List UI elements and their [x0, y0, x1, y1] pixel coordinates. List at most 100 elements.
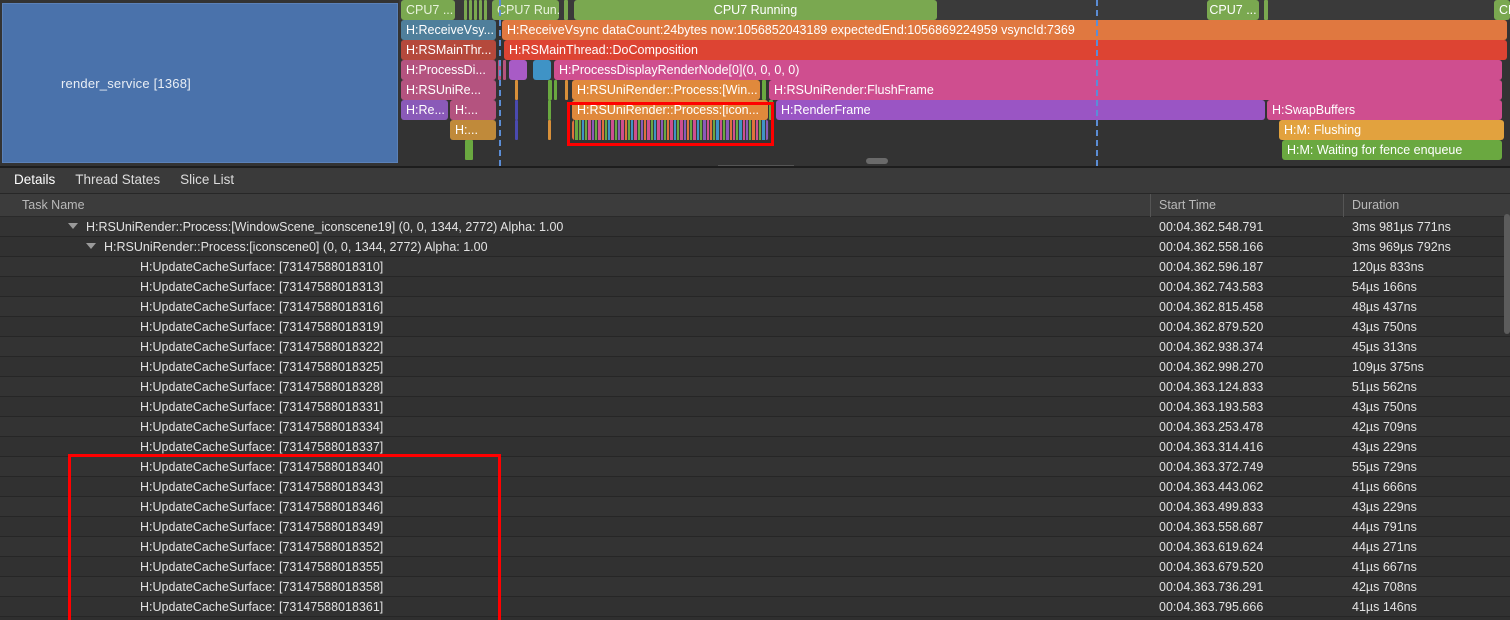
update-cache-surface-slice[interactable] [703, 120, 706, 140]
update-cache-surface-slice[interactable] [722, 120, 726, 140]
update-cache-surface-slice[interactable] [660, 120, 663, 140]
cpu-track[interactable]: CPU7 ... CPU7 Run... CPU7 Running CPU7 ... C… [399, 0, 1510, 20]
timeline-slice[interactable]: H:RSUniRender::Process:[Win... [572, 80, 760, 100]
timeline-slice[interactable]: H:RSMainThr... [401, 40, 496, 60]
update-cache-surface-slice[interactable] [581, 120, 585, 140]
details-table-body[interactable]: H:RSUniRender::Process:[WindowScene_icon… [0, 217, 1510, 617]
update-cache-surface-slice[interactable] [601, 120, 604, 140]
timeline-slice-tick[interactable] [479, 0, 482, 20]
table-row[interactable]: H:UpdateCacheSurface: [73147588018310] 00… [0, 257, 1510, 277]
update-cache-surface-slice[interactable] [617, 120, 621, 140]
update-cache-surface-slice[interactable] [745, 120, 749, 140]
details-vertical-scrollbar[interactable] [1504, 214, 1510, 334]
update-cache-surface-slice[interactable] [624, 120, 627, 140]
timeline-slice-tick[interactable] [533, 60, 551, 80]
update-cache-surface-slice[interactable] [739, 120, 742, 140]
process-display-track[interactable]: H:ProcessDi... H:ProcessDisplayRenderNode… [399, 60, 1510, 80]
update-cache-surface-slice[interactable] [591, 120, 594, 140]
rsunirender-process-window-track[interactable]: H:RSUniRe... H:RSUniRender::Process:[Win.… [399, 80, 1510, 100]
timeline-slice-tick[interactable] [484, 0, 487, 20]
update-cache-surface-slice[interactable] [657, 120, 660, 140]
timeline-horizontal-scrollbar[interactable] [866, 158, 888, 164]
table-row[interactable]: H:UpdateCacheSurface: [73147588018337] 00… [0, 437, 1510, 457]
timeline-slice-tick[interactable] [548, 80, 552, 100]
timeline-slice[interactable]: H:RSUniRender::Process:[icon... [572, 100, 768, 120]
timeline-slice-tick[interactable] [554, 80, 557, 100]
timeline-slice[interactable]: H:ReceiveVsync dataCount:24bytes now:105… [502, 20, 1507, 40]
update-cache-surface-slice[interactable] [759, 120, 762, 140]
timeline-slice-tick[interactable] [515, 100, 518, 120]
table-row[interactable]: H:UpdateCacheSurface: [73147588018346] 00… [0, 497, 1510, 517]
update-cache-surface-slice[interactable] [742, 120, 745, 140]
update-cache-surface-slice[interactable] [762, 120, 765, 140]
timeline-slice[interactable]: H:RSUniRender:FlushFrame [769, 80, 1502, 100]
tab-thread-states[interactable]: Thread States [73, 168, 162, 194]
update-cache-surface-slice[interactable] [627, 120, 631, 140]
timeline-slice-tick[interactable] [548, 120, 551, 140]
tab-details[interactable]: Details [12, 168, 58, 197]
timeline-slice-tick[interactable] [474, 0, 477, 20]
table-row[interactable]: H:UpdateCacheSurface: [73147588018358] 00… [0, 577, 1510, 597]
timeline-slice-tick[interactable] [465, 140, 473, 160]
table-row[interactable]: H:UpdateCacheSurface: [73147588018322] 00… [0, 337, 1510, 357]
update-cache-surface-slice[interactable] [614, 120, 617, 140]
timeline-slice-tick[interactable] [509, 60, 527, 80]
timeline-slice[interactable]: H:... [450, 100, 496, 120]
update-cache-surface-slice[interactable] [637, 120, 640, 140]
timeline-slice[interactable]: H:RSMainThread::DoComposition [504, 40, 1507, 60]
receive-vsync-track[interactable]: H:ReceiveVsy... H:ReceiveVsync dataCount:… [399, 20, 1510, 40]
update-cache-surface-slice[interactable] [683, 120, 686, 140]
rsmainthread-track[interactable]: H:RSMainThr... H:RSMainThread::DoComposit… [399, 40, 1510, 60]
column-header-duration[interactable]: Duration [1344, 194, 1510, 217]
timeline-slice[interactable]: H:Re... [401, 100, 448, 120]
update-cache-surface-track[interactable]: H:... H:M: Flushing [399, 120, 1510, 140]
timeline-slice[interactable]: H:RenderFrame [776, 100, 1265, 120]
table-row[interactable]: H:UpdateCacheSurface: [73147588018331] 00… [0, 397, 1510, 417]
timeline-slice-tick[interactable] [1264, 0, 1268, 20]
update-cache-surface-slice[interactable] [640, 120, 644, 140]
update-cache-surface-slice[interactable] [726, 120, 729, 140]
timeline-slice-tick[interactable] [769, 100, 773, 120]
update-cache-surface-slice[interactable] [696, 120, 699, 140]
time-marker-left[interactable] [499, 0, 501, 166]
update-cache-surface-slice[interactable] [670, 120, 673, 140]
timeline-panel[interactable]: render_service [1368] CPU7 ... CPU7 Run..… [0, 0, 1510, 166]
update-cache-surface-slice[interactable] [709, 120, 713, 140]
update-cache-surface-slice[interactable] [716, 120, 719, 140]
timeline-tracks[interactable]: CPU7 ... CPU7 Run... CPU7 Running CPU7 ... C… [399, 0, 1510, 166]
update-cache-surface-slice[interactable] [654, 120, 657, 140]
table-row[interactable]: H:UpdateCacheSurface: [73147588018343] 00… [0, 477, 1510, 497]
timeline-slice[interactable]: H:M: Waiting for fence enqueue [1282, 140, 1502, 160]
fence-track[interactable]: H:M: Waiting for fence enqueue [399, 140, 1510, 160]
rsunirender-process-icon-track[interactable]: H:Re... H:... H:RSUniRender::Process:[icon… [399, 100, 1510, 120]
timeline-slice-tick[interactable] [515, 80, 518, 100]
timeline-slice[interactable]: H:ProcessDisplayRenderNode[0](0, 0, 0, 0… [554, 60, 1502, 80]
update-cache-surface-slice[interactable] [677, 120, 680, 140]
update-cache-surface-slice[interactable] [667, 120, 670, 140]
table-row[interactable]: H:UpdateCacheSurface: [73147588018352] 00… [0, 537, 1510, 557]
timeline-slice-tick[interactable] [469, 0, 472, 20]
update-cache-surface-slice[interactable] [572, 120, 575, 140]
timeline-slice[interactable]: CPU7 ... [401, 0, 455, 20]
update-cache-surface-slice[interactable] [621, 120, 624, 140]
column-header-task-name[interactable]: Task Name [0, 194, 1151, 217]
timeline-slice[interactable]: CP [1494, 0, 1510, 20]
timeline-slice[interactable]: CPU7 ... [1207, 0, 1259, 20]
update-cache-surface-slice[interactable] [650, 120, 654, 140]
timeline-slice[interactable]: H:RSUniRe... [401, 80, 496, 100]
table-row[interactable]: H:UpdateCacheSurface: [73147588018361] 00… [0, 597, 1510, 617]
update-cache-surface-slice[interactable] [647, 120, 650, 140]
table-row[interactable]: H:UpdateCacheSurface: [73147588018319] 00… [0, 317, 1510, 337]
update-cache-surface-slice[interactable] [713, 120, 716, 140]
timeline-slice[interactable]: CPU7 Run... [492, 0, 559, 20]
update-cache-surface-slice[interactable] [588, 120, 591, 140]
update-cache-surface-slice[interactable] [699, 120, 703, 140]
update-cache-surface-slice[interactable] [729, 120, 732, 140]
table-row[interactable]: H:RSUniRender::Process:[WindowScene_icon… [0, 217, 1510, 237]
update-cache-surface-slice[interactable] [693, 120, 696, 140]
update-cache-surface-slice[interactable] [752, 120, 755, 140]
update-cache-surface-slice[interactable] [673, 120, 676, 140]
update-cache-surface-slice[interactable] [680, 120, 683, 140]
update-cache-surface-slice[interactable] [749, 120, 752, 140]
update-cache-surface-slice[interactable] [736, 120, 739, 140]
